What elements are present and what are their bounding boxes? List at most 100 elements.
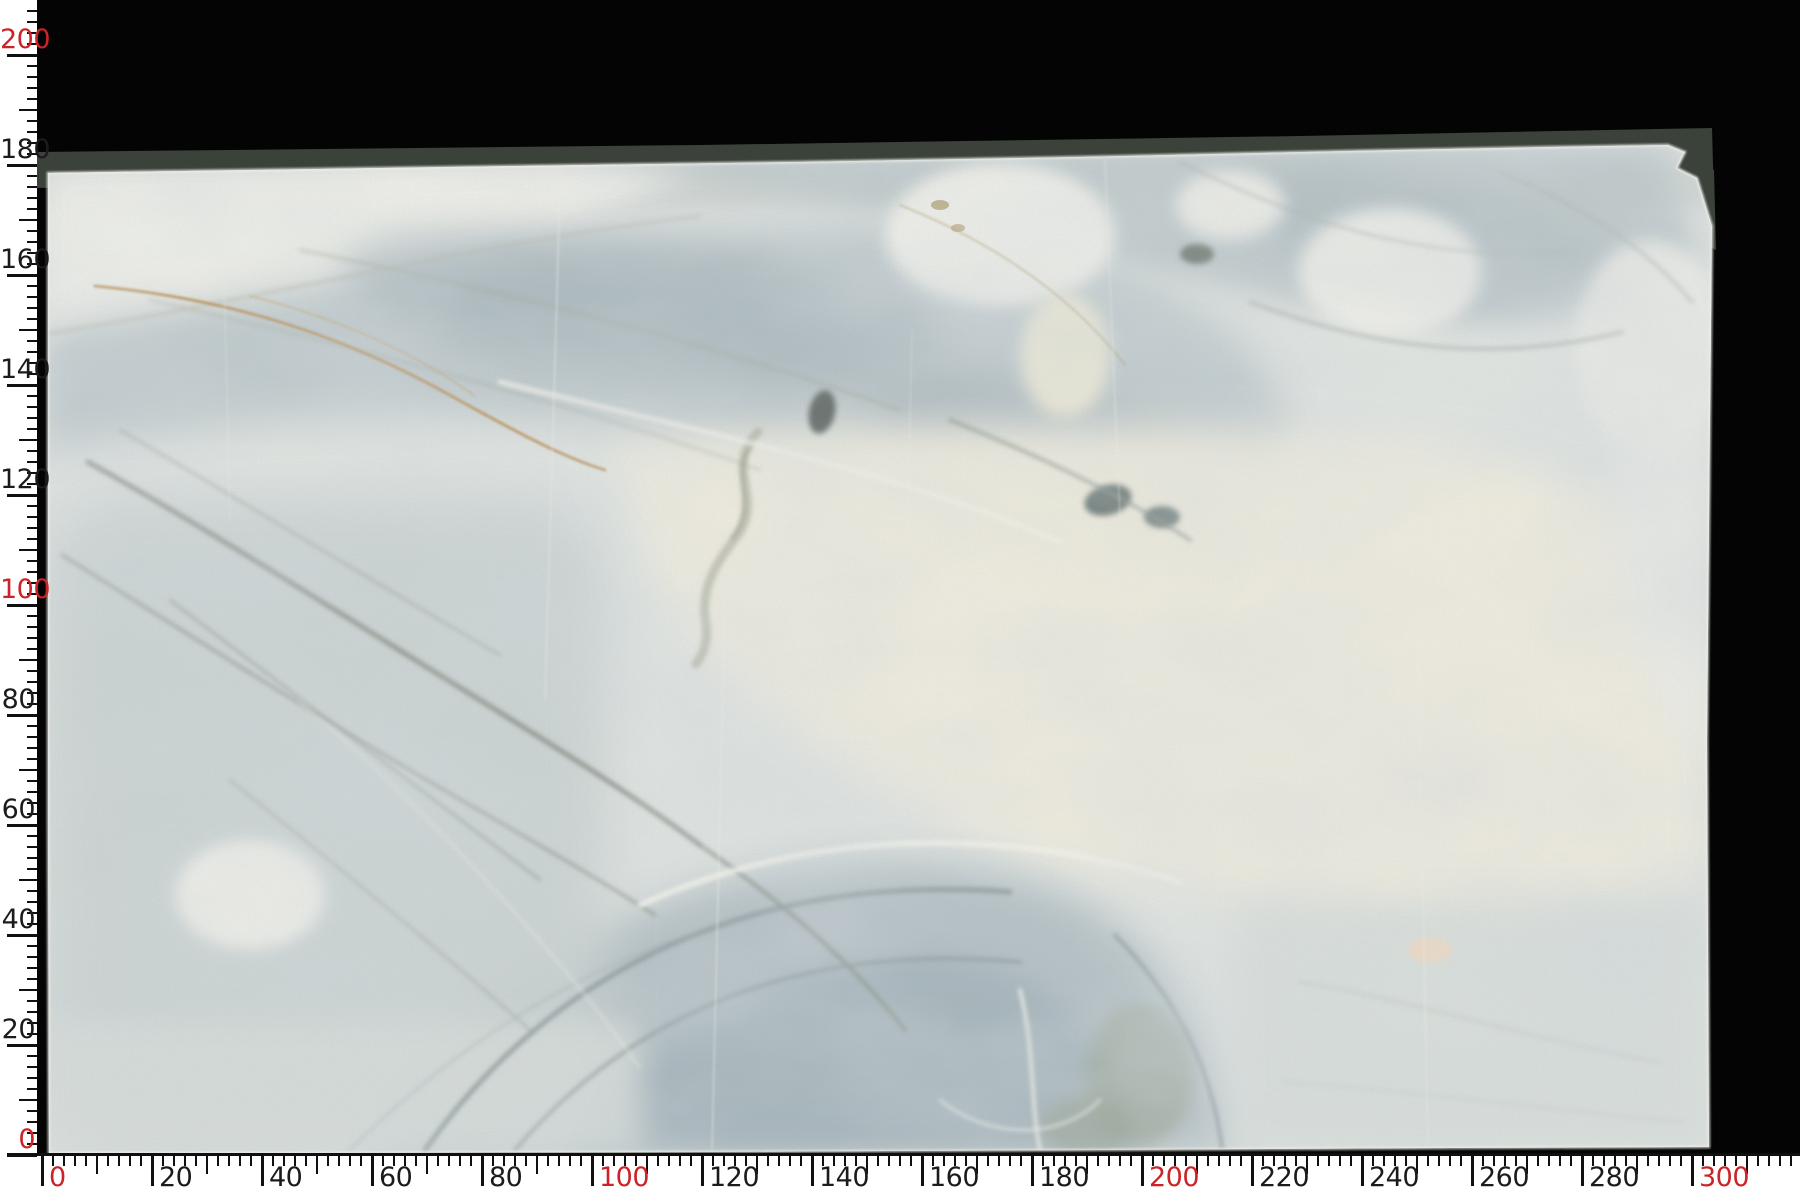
horizontal-ruler-label: 100 <box>599 1164 649 1191</box>
horizontal-ruler-tick <box>349 1156 351 1166</box>
horizontal-ruler-tick <box>877 1156 879 1166</box>
vertical-ruler-tick <box>27 450 37 452</box>
horizontal-ruler-tick <box>1471 1156 1474 1186</box>
vertical-ruler-tick <box>27 945 37 947</box>
horizontal-ruler-label: 160 <box>929 1164 979 1191</box>
vertical-ruler-tick <box>19 879 37 881</box>
vertical-ruler-tick <box>27 1066 37 1068</box>
horizontal-ruler-tick <box>1240 1156 1242 1166</box>
horizontal-ruler-tick <box>459 1156 461 1166</box>
horizontal-ruler-tick <box>118 1156 120 1166</box>
horizontal-ruler-label: 80 <box>489 1164 522 1191</box>
vertical-ruler-tick <box>27 637 37 639</box>
horizontal-ruler-tick <box>1581 1156 1584 1186</box>
vertical-ruler-tick <box>27 538 37 540</box>
vertical-ruler-label: 120 <box>0 466 35 493</box>
horizontal-ruler-tick <box>1438 1156 1440 1166</box>
vertical-ruler-tick <box>27 780 37 782</box>
vertical-ruler-tick <box>19 1099 37 1101</box>
vertical-ruler-tick <box>27 1088 37 1090</box>
vertical-ruler-tick <box>27 406 37 408</box>
horizontal-ruler-tick <box>107 1156 109 1166</box>
horizontal-ruler-tick <box>1141 1156 1144 1186</box>
horizontal-ruler-tick <box>690 1156 692 1166</box>
horizontal-ruler-tick <box>140 1156 142 1166</box>
vertical-ruler-tick <box>27 307 37 309</box>
horizontal-ruler-tick <box>767 1156 769 1166</box>
vertical-ruler-tick <box>19 329 37 331</box>
ruler-baseline <box>7 1153 1800 1156</box>
horizontal-ruler-label: 40 <box>269 1164 302 1191</box>
horizontal-ruler-tick <box>1031 1156 1034 1186</box>
horizontal-ruler-tick <box>1130 1156 1132 1166</box>
horizontal-ruler-tick <box>701 1156 704 1186</box>
horizontal-ruler-tick <box>778 1156 780 1166</box>
horizontal-ruler-tick <box>448 1156 450 1166</box>
horizontal-ruler-tick <box>470 1156 472 1166</box>
horizontal-ruler-tick <box>1020 1156 1022 1166</box>
vertical-ruler-tick <box>27 956 37 958</box>
horizontal-ruler-tick <box>525 1156 527 1166</box>
horizontal-ruler-tick <box>1680 1156 1682 1166</box>
vertical-ruler-tick <box>27 747 37 749</box>
horizontal-ruler-tick <box>129 1156 131 1166</box>
vertical-ruler-tick <box>27 527 37 529</box>
vertical-ruler-tick <box>19 659 37 661</box>
vertical-ruler-tick <box>27 725 37 727</box>
horizontal-ruler-tick <box>239 1156 241 1166</box>
horizontal-ruler-tick <box>1251 1156 1254 1186</box>
vertical-ruler-tick <box>27 208 37 210</box>
horizontal-ruler-tick <box>811 1156 814 1186</box>
horizontal-ruler-tick <box>1119 1156 1121 1166</box>
horizontal-ruler-tick <box>1559 1156 1561 1166</box>
horizontal-ruler-label: 120 <box>709 1164 759 1191</box>
horizontal-ruler-tick <box>338 1156 340 1166</box>
horizontal-ruler-tick <box>921 1156 924 1186</box>
horizontal-ruler-tick <box>789 1156 791 1166</box>
horizontal-ruler-tick <box>96 1156 98 1174</box>
horizontal-ruler-tick <box>481 1156 484 1186</box>
horizontal-ruler-tick <box>1658 1156 1660 1166</box>
vertical-ruler-tick <box>27 21 37 23</box>
slab-scanner-view: 0204060801001201401601802002202402602803… <box>0 0 1800 1196</box>
horizontal-ruler-tick <box>569 1156 571 1166</box>
vertical-ruler-tick <box>27 175 37 177</box>
vertical-ruler-tick <box>27 1055 37 1057</box>
horizontal-ruler-tick <box>1207 1156 1209 1166</box>
vertical-ruler-tick <box>27 901 37 903</box>
horizontal-ruler-tick <box>437 1156 439 1166</box>
vertical-ruler-label: 100 <box>0 576 35 603</box>
vertical-ruler-tick <box>27 417 37 419</box>
horizontal-ruler-tick <box>1108 1156 1110 1166</box>
vertical-ruler-tick <box>27 230 37 232</box>
vertical-ruler-tick <box>19 219 37 221</box>
horizontal-ruler-tick <box>1669 1156 1671 1166</box>
horizontal-ruler-tick <box>316 1156 318 1174</box>
vertical-ruler-tick <box>27 835 37 837</box>
horizontal-ruler-tick <box>987 1156 989 1166</box>
vertical-ruler-tick <box>27 791 37 793</box>
vertical-ruler-tick <box>27 1077 37 1079</box>
horizontal-ruler-tick <box>1449 1156 1451 1166</box>
vertical-ruler-tick <box>27 296 37 298</box>
horizontal-ruler-tick <box>1009 1156 1011 1166</box>
vertical-ruler-tick <box>19 549 37 551</box>
horizontal-ruler-tick <box>415 1156 417 1166</box>
vertical-ruler-tick <box>27 670 37 672</box>
vertical-ruler-tick <box>19 989 37 991</box>
vertical-ruler-label: 200 <box>0 26 35 53</box>
vertical-ruler-tick <box>27 626 37 628</box>
vertical-ruler-tick <box>27 351 37 353</box>
horizontal-ruler-tick <box>217 1156 219 1166</box>
vertical-ruler-tick <box>27 428 37 430</box>
horizontal-ruler-label: 260 <box>1479 1164 1529 1191</box>
marble-texture <box>37 0 1800 1156</box>
vertical-ruler-tick <box>27 967 37 969</box>
horizontal-ruler-label: 180 <box>1039 1164 1089 1191</box>
vertical-ruler-label: 80 <box>0 686 35 713</box>
vertical-ruler-label: 40 <box>0 906 35 933</box>
horizontal-ruler-tick <box>250 1156 252 1166</box>
horizontal-ruler-tick <box>1647 1156 1649 1166</box>
horizontal-ruler-tick <box>1460 1156 1462 1166</box>
vertical-ruler-tick <box>27 681 37 683</box>
